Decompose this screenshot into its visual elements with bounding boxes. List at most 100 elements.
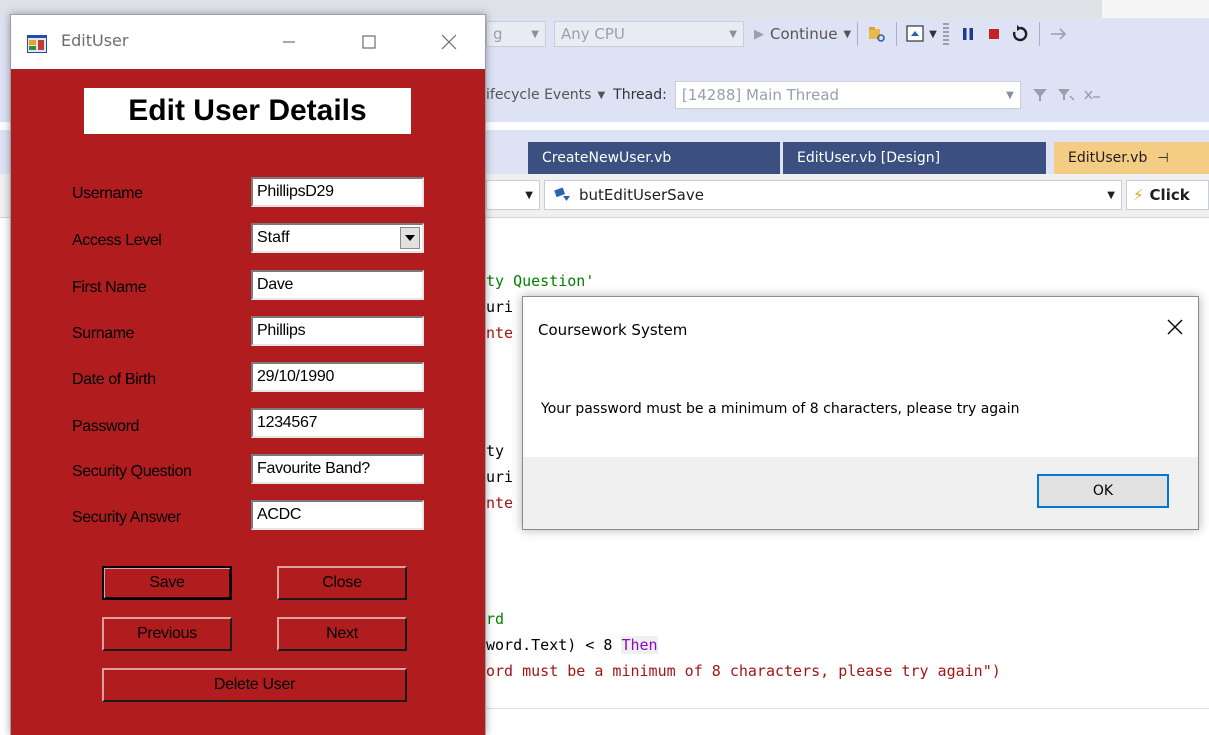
tab-label: EditUser.vb xyxy=(1068,150,1148,166)
ide-title-tab xyxy=(1102,0,1209,18)
thread-label: Thread: xyxy=(613,87,667,103)
password-label: Password xyxy=(72,418,140,435)
page-title: Edit User Details xyxy=(84,88,411,134)
class-combo[interactable]: ▼ xyxy=(486,180,540,210)
delete-user-button[interactable]: Delete User xyxy=(102,668,407,702)
minimize-button[interactable] xyxy=(259,15,319,69)
next-button[interactable]: Next xyxy=(277,617,407,651)
platform-combo[interactable]: Any CPU ▼ xyxy=(554,21,744,47)
username-field[interactable]: PhillipsD29 xyxy=(251,177,424,207)
dialog-message: Your password must be a minimum of 8 cha… xyxy=(541,401,1020,417)
tab-edituser-design[interactable]: EditUser.vb [Design] xyxy=(783,142,1046,174)
security-answer-label: Security Answer xyxy=(72,509,181,526)
close-window-button[interactable] xyxy=(419,15,479,69)
dialog-title: Coursework System xyxy=(538,321,688,339)
code-token: word.Text) < 8 xyxy=(486,636,622,654)
lifecycle-events-menu[interactable]: ifecycle Events xyxy=(486,87,591,103)
member-combo[interactable]: butEditUserSave ▼ xyxy=(544,180,1122,210)
keyword-token: Then xyxy=(621,636,658,654)
window-title: EditUser xyxy=(61,31,129,50)
app-icon xyxy=(27,35,47,53)
message-box-dialog: Coursework System Your password must be … xyxy=(522,296,1199,530)
dialog-close-button[interactable] xyxy=(1152,307,1198,347)
chevron-down-icon: ▼ xyxy=(929,28,937,40)
chevron-down-icon: ▼ xyxy=(1107,189,1115,201)
toolbar-separator xyxy=(896,22,898,46)
window-titlebar[interactable]: EditUser xyxy=(11,15,485,69)
chevron-down-icon: ▼ xyxy=(525,189,533,201)
continue-button[interactable]: ▶ Continue ▼ xyxy=(754,25,851,43)
toolbar-separator xyxy=(857,22,859,46)
chevron-down-icon: ▼ xyxy=(843,28,852,40)
previous-button[interactable]: Previous xyxy=(102,617,232,651)
debug-location-row: ifecycle Events ▼ Thread: [14288] Main T… xyxy=(486,80,1105,110)
browser-link-icon[interactable] xyxy=(903,21,929,47)
lightning-icon: ⚡ xyxy=(1133,186,1144,204)
date-of-birth-field[interactable]: 29/10/1990 xyxy=(251,362,424,392)
code-line: nte xyxy=(486,324,514,342)
code-line: nte xyxy=(486,494,514,512)
code-divider xyxy=(486,708,1209,709)
security-answer-field[interactable]: ACDC xyxy=(251,500,424,530)
access-level-value: Staff xyxy=(257,229,290,246)
close-button[interactable]: Close xyxy=(277,566,407,600)
password-field[interactable]: 1234567 xyxy=(251,408,424,438)
pause-icon[interactable] xyxy=(955,21,981,47)
code-line: word.Text) < 8 Then xyxy=(486,636,658,654)
maximize-icon xyxy=(362,35,376,49)
date-of-birth-label: Date of Birth xyxy=(72,371,156,388)
security-question-label: Security Question xyxy=(72,463,192,480)
save-button[interactable]: Save xyxy=(102,566,232,600)
code-line: ty Question' xyxy=(486,272,595,290)
tab-edituser-vb[interactable]: EditUser.vb ⊣ xyxy=(1054,142,1209,174)
surname-label: Surname xyxy=(72,325,135,342)
restart-icon[interactable] xyxy=(1007,21,1033,47)
chevron-down-icon: ▼ xyxy=(1006,89,1014,101)
security-question-field[interactable]: Favourite Band? xyxy=(251,454,424,484)
flag-thread-icon[interactable] xyxy=(1053,82,1079,108)
code-line: uri xyxy=(486,468,514,486)
ok-button[interactable]: OK xyxy=(1037,474,1169,508)
tab-label: EditUser.vb [Design] xyxy=(797,150,941,166)
form-client-area xyxy=(11,69,485,735)
close-icon xyxy=(441,34,457,50)
close-icon xyxy=(1167,319,1183,335)
username-label: Username xyxy=(72,185,143,202)
stop-icon[interactable] xyxy=(981,21,1007,47)
access-level-label: Access Level xyxy=(72,232,162,249)
first-name-field[interactable]: Dave xyxy=(251,270,424,300)
continue-label: Continue xyxy=(770,25,838,43)
stack-frame-icon[interactable] xyxy=(1079,82,1105,108)
toolbar-separator xyxy=(1038,22,1040,46)
platform-value: Any CPU xyxy=(561,25,625,43)
event-value: Click xyxy=(1149,186,1190,204)
solution-config-combo[interactable]: g ▼ xyxy=(486,21,546,47)
chevron-down-icon: ▼ xyxy=(597,89,606,101)
surname-field[interactable]: Phillips xyxy=(251,316,424,346)
code-line: ord must be a minimum of 8 characters, p… xyxy=(486,662,1001,680)
play-icon: ▶ xyxy=(754,26,764,42)
maximize-button[interactable] xyxy=(339,15,399,69)
code-line: ty xyxy=(486,442,505,460)
tab-label: CreateNewUser.vb xyxy=(542,150,672,166)
chevron-down-icon: ▼ xyxy=(531,28,539,40)
event-member-icon xyxy=(554,187,570,201)
toolbar-grip-icon xyxy=(942,23,949,45)
solution-config-value: g xyxy=(493,25,503,43)
dropdown-button[interactable] xyxy=(400,227,420,249)
step-icon[interactable] xyxy=(1046,21,1072,47)
thread-value: [14288] Main Thread xyxy=(681,86,840,104)
pin-icon[interactable]: ⊣ xyxy=(1157,151,1168,166)
first-name-label: First Name xyxy=(72,279,147,296)
event-combo[interactable]: ⚡ Click xyxy=(1126,180,1209,210)
chevron-down-icon: ▼ xyxy=(729,28,737,40)
minimize-icon xyxy=(283,41,295,43)
thread-combo[interactable]: [14288] Main Thread ▼ xyxy=(674,81,1021,109)
code-line: rd xyxy=(486,610,505,628)
access-level-select[interactable]: Staff xyxy=(251,223,424,253)
code-line: uri xyxy=(486,298,514,316)
member-value: butEditUserSave xyxy=(579,186,704,204)
find-icon[interactable] xyxy=(864,21,890,47)
filter-icon[interactable] xyxy=(1027,82,1053,108)
tab-createnewuser-vb[interactable]: CreateNewUser.vb xyxy=(528,142,780,174)
